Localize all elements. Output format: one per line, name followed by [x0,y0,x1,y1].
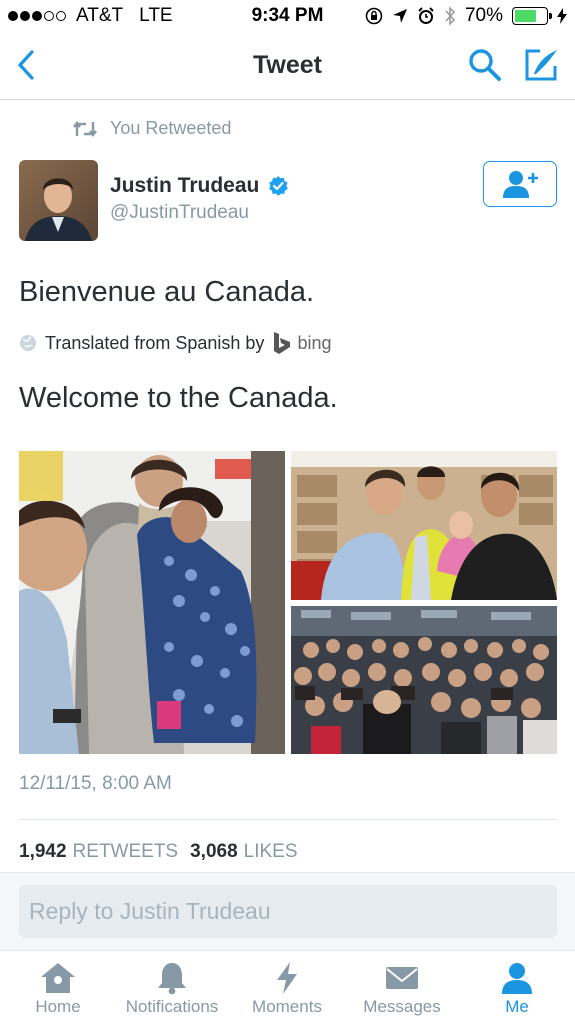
bing-logo: bing [272,331,331,355]
envelope-icon [386,967,418,989]
tab-moments[interactable]: Moments [246,951,328,1024]
translation-attribution: Translated from Spanish by bing [19,331,331,355]
alarm-icon [418,7,434,24]
globe-icon [20,335,36,351]
tab-me-label: Me [505,997,529,1016]
engagement-stats: 1,942 RETWEETS 3,068 LIKES [19,841,304,863]
tab-messages[interactable]: Messages [356,951,448,1024]
avatar[interactable] [19,160,98,241]
tab-bar: Home Notifications Moments Messages Me [0,950,575,1024]
navigation-bar: Tweet [0,32,575,100]
bell-icon [158,963,186,995]
tab-moments-label: Moments [252,997,322,1016]
search-button[interactable] [466,46,504,84]
retweets-count[interactable]: 1,942 [19,841,67,863]
tab-messages-label: Messages [363,997,441,1016]
media-grid [19,451,557,754]
bluetooth-icon [445,6,455,26]
reply-bar [0,872,575,950]
author-name-row: Justin Trudeau [110,174,289,198]
photo-top-right[interactable] [291,451,557,600]
translated-label: Translated from Spanish by [45,332,265,353]
tweet-translation: Welcome to the Canada. [19,382,338,414]
tab-me[interactable]: Me [492,951,542,1024]
likes-label[interactable]: LIKES [244,841,298,863]
retweet-context-text: You Retweeted [110,118,232,138]
lightning-icon [277,962,297,994]
tab-notifications-label: Notifications [125,997,219,1016]
tab-notifications[interactable]: Notifications [116,951,228,1024]
follow-button[interactable] [483,161,557,207]
status-right: 70% [365,5,567,27]
reply-input[interactable] [19,885,557,938]
tab-home-label: Home [35,997,81,1016]
author-name[interactable]: Justin Trudeau [110,174,259,198]
compose-icon [525,49,557,81]
tab-home[interactable]: Home [22,951,94,1024]
retweet-icon [73,120,97,137]
status-bar: AT&T LTE 9:34 PM 70% [0,0,575,32]
battery-percent: 70% [464,5,503,26]
compose-button[interactable] [522,46,560,84]
likes-count[interactable]: 3,068 [190,841,238,863]
home-icon [41,963,75,993]
search-icon [469,49,501,81]
tweet-timestamp: 12/11/15, 8:00 AM [19,773,172,794]
add-user-icon [503,171,538,198]
charging-bolt-icon [557,8,567,24]
bing-text: bing [297,332,332,353]
photo-bottom-right[interactable] [291,606,557,754]
retweets-label[interactable]: RETWEETS [73,841,179,863]
rotation-lock-icon [365,7,383,25]
author-handle[interactable]: @JustinTrudeau [110,202,249,224]
verified-badge-icon [269,176,289,196]
tweet-text: Bienvenue au Canada. [19,276,315,308]
retweet-context: You Retweeted [72,118,231,139]
battery-icon [512,7,552,25]
person-icon [502,963,532,994]
photo-main[interactable] [19,451,285,754]
divider [19,819,557,820]
location-arrow-icon [392,9,407,23]
bing-icon [274,332,291,354]
